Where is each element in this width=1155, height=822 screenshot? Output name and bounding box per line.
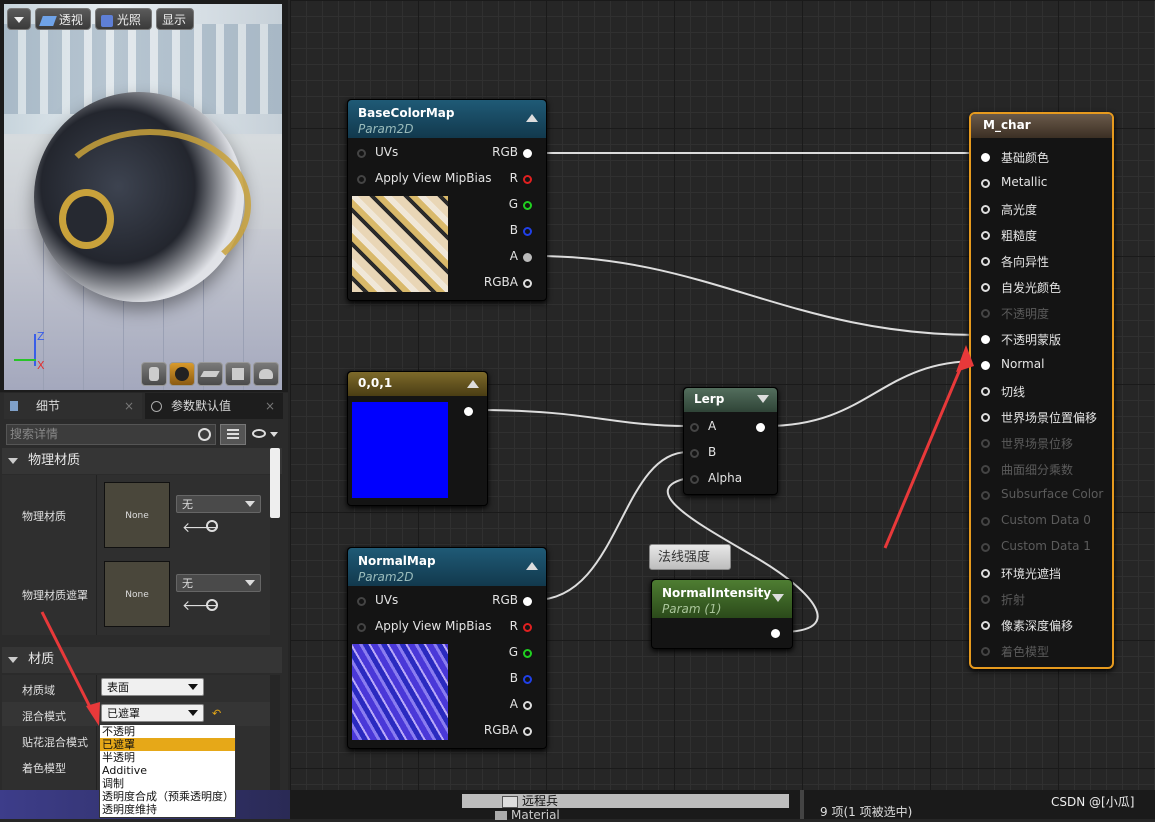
blend-mode-dropdown[interactable]: 不透明 已遮罩 半透明 Additive 调制 透明度合成（预乘透明度） 透明度维持 [99, 724, 236, 818]
dropdown-option[interactable]: Additive [100, 764, 235, 777]
annotation-arrowhead [956, 345, 974, 372]
dropdown-option[interactable]: 调制 [100, 777, 235, 790]
dropdown-option[interactable]: 已遮罩 [100, 738, 235, 751]
dropdown-option[interactable]: 半透明 [100, 751, 235, 764]
folder-label: Material [511, 808, 560, 822]
annotation-arrow [40, 611, 96, 716]
selection-status: 9 项(1 项被选中) [820, 805, 913, 819]
folder-icon [502, 795, 518, 808]
content-tree-item[interactable]: 远程兵 [462, 794, 789, 808]
folder-label: 远程兵 [522, 794, 559, 808]
watermark: CSDN @[小瓜] [1051, 795, 1135, 809]
annotation-arrowhead [86, 702, 100, 726]
dropdown-option[interactable]: 不透明 [100, 725, 235, 738]
content-tree-item[interactable]: Material [495, 808, 560, 822]
dropdown-option[interactable]: 透明度合成（预乘透明度） [100, 790, 235, 803]
annotation-layer-left [40, 611, 100, 726]
panel-divider[interactable] [800, 790, 804, 819]
annotation-layer [883, 345, 974, 549]
material-graph[interactable]: BaseColorMap Param2D UVs Apply View MipB… [290, 0, 1155, 790]
annotation-arrow [883, 354, 968, 549]
dropdown-option[interactable]: 透明度维持 [100, 803, 235, 816]
